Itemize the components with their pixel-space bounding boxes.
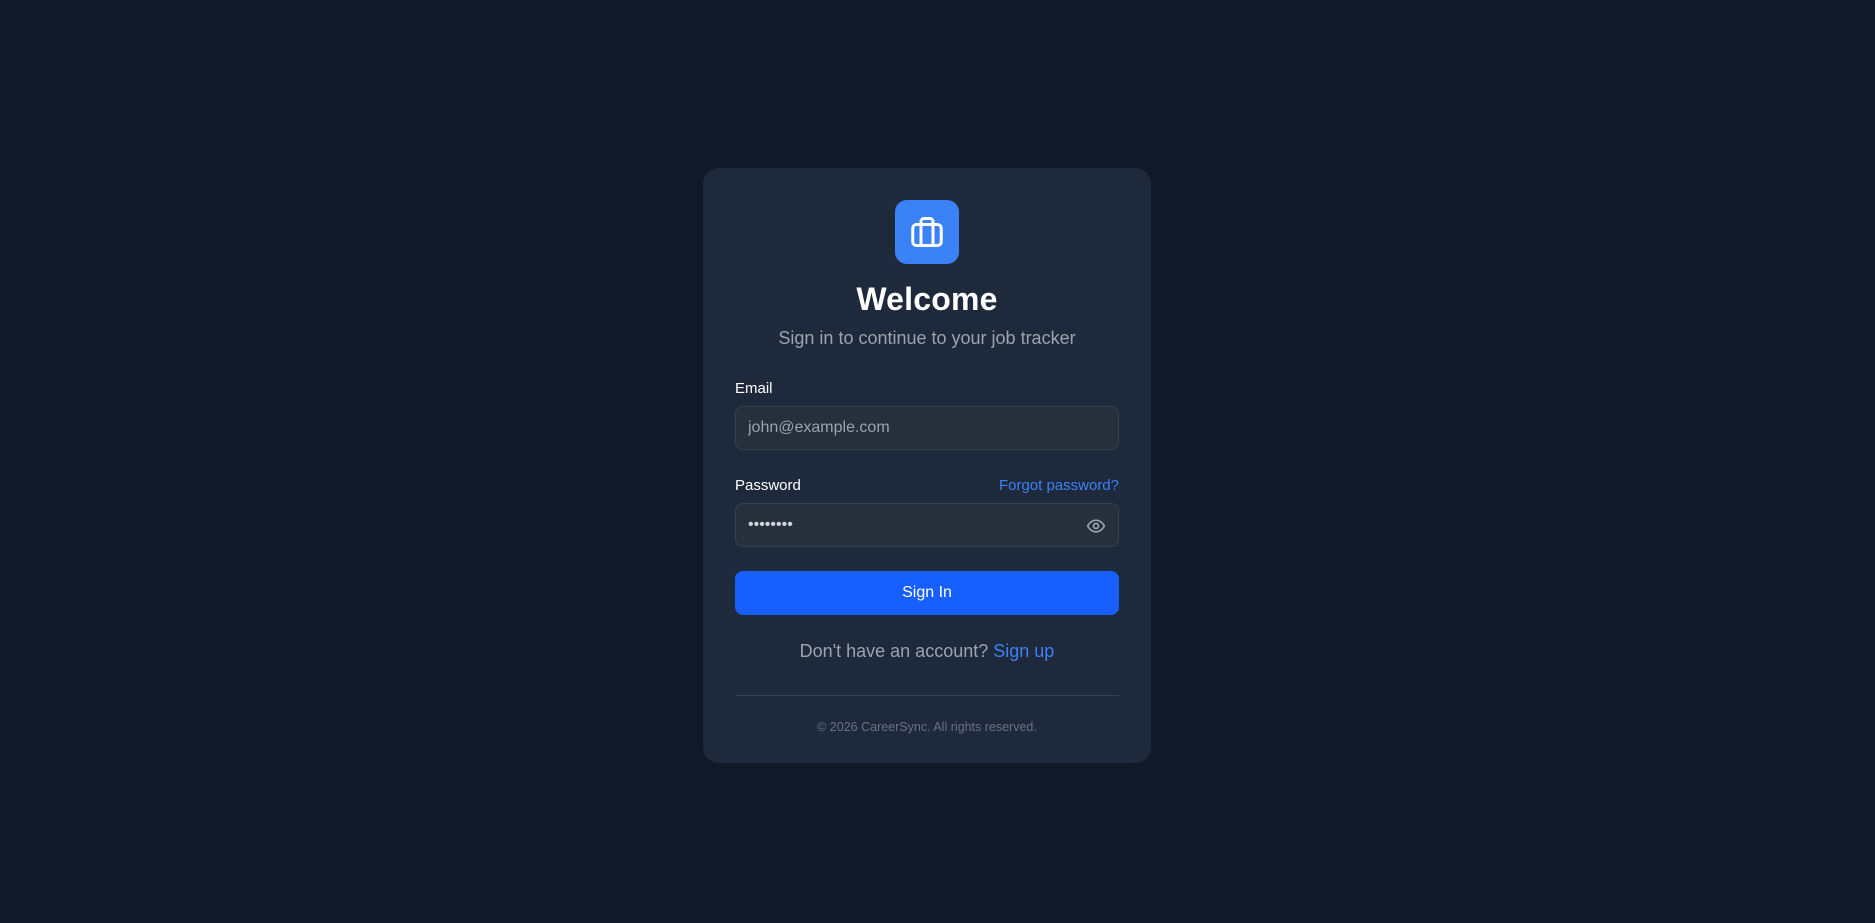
signup-prompt-row: Don't have an account? Sign up xyxy=(735,639,1119,663)
sign-up-link[interactable]: Sign up xyxy=(993,641,1054,661)
sign-in-button[interactable]: Sign In xyxy=(735,571,1119,615)
page-subtitle: Sign in to continue to your job tracker xyxy=(778,328,1076,348)
password-label-row: Password Forgot password? xyxy=(735,475,1119,495)
eye-icon xyxy=(1086,519,1106,533)
email-field[interactable] xyxy=(736,407,1118,449)
password-field[interactable] xyxy=(736,504,1118,546)
page-title: Welcome xyxy=(856,281,998,317)
password-label: Password xyxy=(735,476,801,494)
signup-prompt-text: Don't have an account? xyxy=(799,641,989,661)
login-card: Welcome Sign in to continue to your job … xyxy=(703,168,1151,763)
logo xyxy=(895,200,959,264)
briefcase-icon xyxy=(911,217,943,247)
email-label-row: Email xyxy=(735,378,1119,398)
password-field-wrapper xyxy=(735,503,1119,547)
email-label: Email xyxy=(735,379,773,397)
footer-copyright: © 2026 CareerSync. All rights reserved. xyxy=(817,720,1037,734)
email-field-wrapper xyxy=(735,406,1119,450)
toggle-password-visibility-button[interactable] xyxy=(1086,516,1106,536)
forgot-password-link[interactable]: Forgot password? xyxy=(999,477,1119,494)
divider xyxy=(735,695,1119,696)
